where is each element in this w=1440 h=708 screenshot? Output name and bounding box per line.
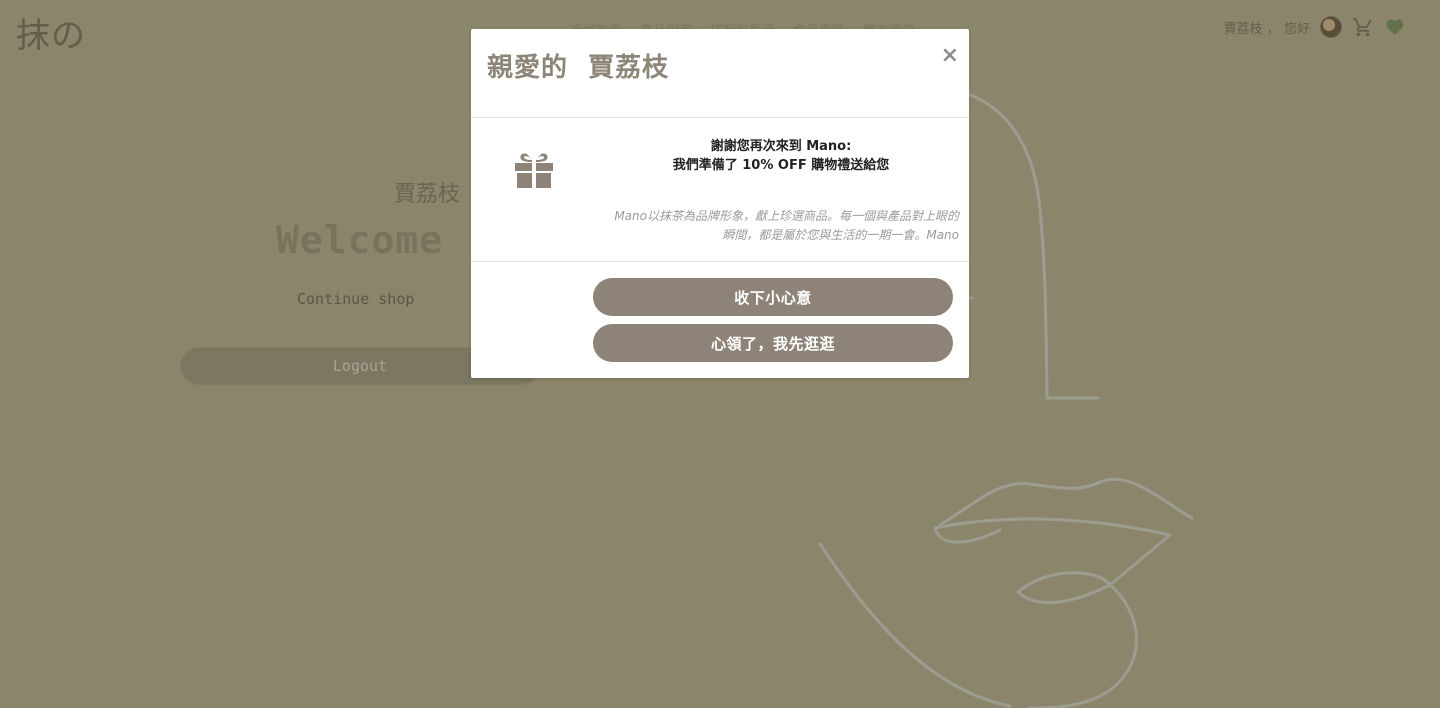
welcome-gift-modal: 親愛的 賈荔枝 × 謝謝您再次來到 Mano: 我們準備了 10% OFF 購物…: [471, 29, 969, 378]
greeting-line-2: 我們準備了 10% OFF 購物禮送給您: [672, 158, 890, 173]
modal-body: 謝謝您再次來到 Mano: 我們準備了 10% OFF 購物禮送給您 Mano以…: [471, 118, 969, 262]
modal-title: 親愛的 賈荔枝: [487, 53, 670, 83]
brand-description: Mano以抹茶為品牌形象，獻上珍選商品。每一個與產品對上眼的瞬間，都是屬於您與生…: [614, 209, 959, 242]
modal-header: 親愛的 賈荔枝 ×: [471, 29, 969, 118]
greeting-line-1: 謝謝您再次來到 Mano:: [710, 139, 852, 154]
browse-later-button[interactable]: 心領了，我先逛逛: [593, 324, 953, 362]
accept-gift-button[interactable]: 收下小心意: [593, 278, 953, 316]
modal-footer: 收下小心意 心領了，我先逛逛: [471, 262, 969, 378]
gift-icon: [515, 153, 553, 188]
close-icon[interactable]: ×: [941, 43, 959, 68]
